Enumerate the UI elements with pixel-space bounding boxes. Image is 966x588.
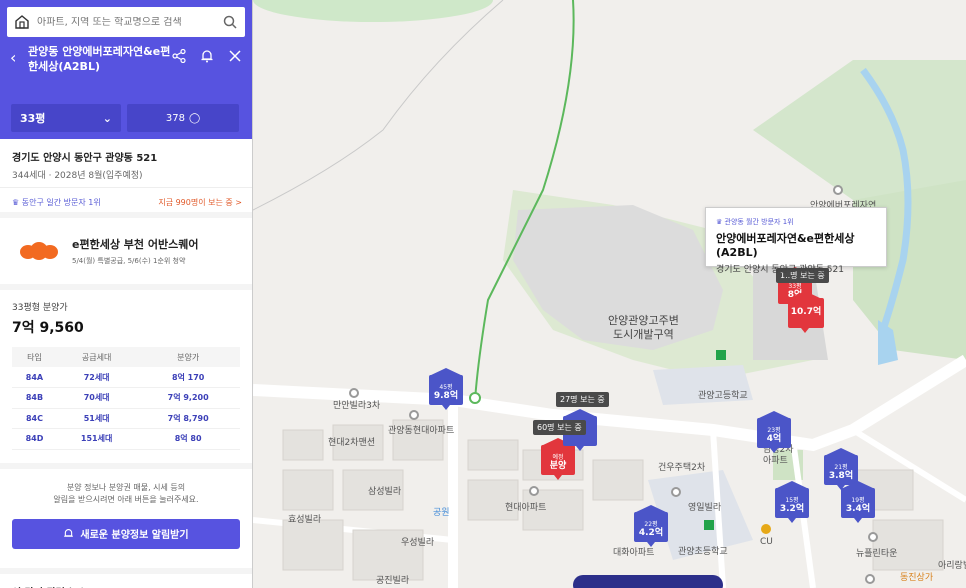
visitor-rank: ♛ 동안구 일간 방문자 1위: [12, 198, 101, 207]
comment-count-button[interactable]: 378 ◯: [127, 104, 239, 132]
search-input[interactable]: [37, 16, 223, 28]
bottom-banner[interactable]: [573, 575, 723, 588]
map-label-namsung: 남성2차 아파트: [763, 445, 794, 466]
map-label-youngil: 영일빌라: [688, 503, 722, 513]
search-icon[interactable]: [223, 15, 237, 29]
size-select-value: 33평: [20, 112, 46, 125]
map-label-district: 안양관양고주변 도시개발구역: [608, 314, 679, 341]
page-title: 관양동 안양에버포레자연&e편한세상(A2BL): [28, 45, 171, 73]
map-label-manan: 만안빌라3차: [333, 401, 381, 411]
search-bar: [0, 0, 252, 44]
map-label-samsung: 삼성빌라: [368, 487, 402, 497]
marker-4[interactable]: 23평 4억: [757, 411, 791, 453]
marker-3-4[interactable]: 19평 3.4억: [841, 481, 875, 523]
ad-banner[interactable]: e편한세상 부천 어반스퀘어 5/4(월) 특별공급, 5/6(수) 1순위 청…: [0, 218, 252, 290]
map-label-nyulrim: 뉴플린타운: [856, 549, 898, 559]
comment-icon: ◯: [188, 112, 201, 124]
ad-logo-icon: [20, 240, 60, 262]
news-section-title: 이 단지 관련 뉴스: [0, 567, 252, 588]
notice-line2: 알림을 받으시려면 아래 버튼을 눌러주세요.: [53, 494, 199, 504]
marker-10-7[interactable]: 10.7억: [788, 291, 824, 333]
marker-9-8[interactable]: 45평 9.8억: [429, 368, 463, 410]
map-label-gwanyang-elem: 관양초등학교: [678, 547, 728, 557]
school-flag-icon: [704, 520, 714, 530]
ad-sub: 5/4(월) 특별공급, 5/6(수) 1순위 청약: [72, 257, 186, 265]
notice-line1: 분양 정보나 분양권 매물, 시세 등의: [66, 482, 186, 492]
marker-3-2[interactable]: 15평 3.2억: [775, 481, 809, 523]
poi-icon: [868, 532, 878, 542]
marker-4-2[interactable]: 22평 4.2억: [634, 505, 668, 547]
table-row: 84B 70세대 7억 9,200: [12, 387, 240, 409]
poi-icon: [349, 388, 359, 398]
map-label-gwanyang-high: 관양고등학교: [698, 391, 748, 401]
map-label-cu: CU: [760, 537, 773, 547]
home-icon[interactable]: [15, 15, 29, 29]
map-label-hyundai2: 현대2차맨션: [328, 438, 376, 448]
bell-icon[interactable]: [200, 49, 214, 63]
size-select[interactable]: 33평 ⌄: [11, 104, 121, 132]
poi-icon: [865, 574, 875, 584]
notice-block: 분양 정보나 분양권 매물, 시세 등의 알림을 받으시려면 아래 버튼을 눌러…: [0, 462, 252, 568]
col-price: 분양가: [136, 347, 240, 367]
back-icon[interactable]: ‹: [10, 48, 28, 67]
size-row: 33평 ⌄ 378 ◯: [0, 104, 252, 139]
address-sub: 344세대 · 2028년 8월(입주예정): [12, 171, 143, 181]
address-block: 경기도 안양시 동안구 관양동 521 344세대 · 2028년 8월(입주예…: [0, 139, 252, 188]
map-label-hyundai-apt: 현대아파트: [505, 503, 547, 513]
viewers-now: 지금 990명이 보는 중 >: [158, 198, 242, 207]
ad-title: e편한세상 부천 어반스퀘어: [72, 238, 199, 251]
map-label-geonwoo: 건우주택2차: [658, 463, 706, 473]
price-block: 33평형 분양가 7억 9,560 타입 공급세대 분양가 84A 72세대 8…: [0, 290, 252, 450]
marker-bunyang[interactable]: 예정 분양: [541, 438, 575, 480]
poi-icon: [833, 185, 843, 195]
map-canvas[interactable]: 안양관양고주변 도시개발구역 안양에버포레자연 만안빌라3차 현대2차맨션 관양…: [253, 0, 966, 588]
school-flag-icon: [716, 350, 726, 360]
alert-subscribe-button[interactable]: 새로운 분양정보 알림받기: [12, 518, 240, 549]
bell-icon: [64, 529, 74, 537]
map-label-gwanyang-town: 관양동현대아파트: [388, 426, 455, 436]
detail-header: ‹ 관양동 안양에버포레자연&e편한세상(A2BL): [0, 44, 252, 104]
table-row: 84A 72세대 8억 170: [12, 367, 240, 388]
map-label-usung: 우성빌라: [401, 538, 435, 548]
address-line: 경기도 안양시 동안구 관양동 521: [12, 153, 158, 164]
viewer-bubble: 27명 보는 중: [556, 392, 609, 407]
table-row: 84C 51세대 7억 8,790: [12, 408, 240, 429]
crown-icon: ♛: [12, 198, 20, 207]
rank-row[interactable]: ♛ 동안구 일간 방문자 1위 지금 990명이 보는 중 >: [0, 188, 252, 218]
col-type: 타입: [12, 347, 57, 367]
poi-icon: [671, 487, 681, 497]
type-table: 타입 공급세대 분양가 84A 72세대 8억 170 84B 70세대 7억 …: [12, 347, 240, 450]
col-supply: 공급세대: [56, 347, 137, 367]
search-box[interactable]: [7, 7, 245, 37]
price-label: 33평형 분양가: [12, 303, 68, 313]
map-label-park: 공원: [433, 508, 450, 518]
poi-icon: [409, 410, 419, 420]
trail-start-icon: [469, 392, 481, 404]
tooltip-rank: ♛ 관양동 월간 방문자 1위: [716, 218, 794, 226]
map-label-hyosung: 효성빌라: [288, 515, 322, 525]
chevron-down-icon: ⌄: [102, 111, 112, 125]
alert-subscribe-label: 새로운 분양정보 알림받기: [80, 530, 189, 541]
close-icon[interactable]: [228, 49, 242, 63]
table-row: 84D 151세대 8억 80: [12, 428, 240, 450]
tooltip-name: 안양에버포레자연&e편한세상(A2BL): [716, 232, 855, 259]
store-icon: [761, 524, 771, 534]
poi-icon: [529, 486, 539, 496]
apt-tooltip[interactable]: ♛ 관양동 월간 방문자 1위 안양에버포레자연&e편한세상(A2BL) 경기도…: [705, 207, 887, 275]
viewer-bubble: 60명 보는 중: [533, 420, 586, 435]
tooltip-addr: 경기도 안양시 동안구 관양동 521: [716, 265, 844, 275]
map-label-arirang: 아리랑빌라: [938, 561, 966, 571]
sidebar: ‹ 관양동 안양에버포레자연&e편한세상(A2BL) 33평: [0, 0, 253, 588]
price-value: 7억 9,560: [12, 320, 84, 336]
share-icon[interactable]: [172, 49, 186, 63]
map-label-dongjin: 동진상가: [900, 573, 934, 583]
map-label-gongjin: 공진빌라: [376, 576, 410, 586]
comment-count: 378: [165, 112, 185, 124]
